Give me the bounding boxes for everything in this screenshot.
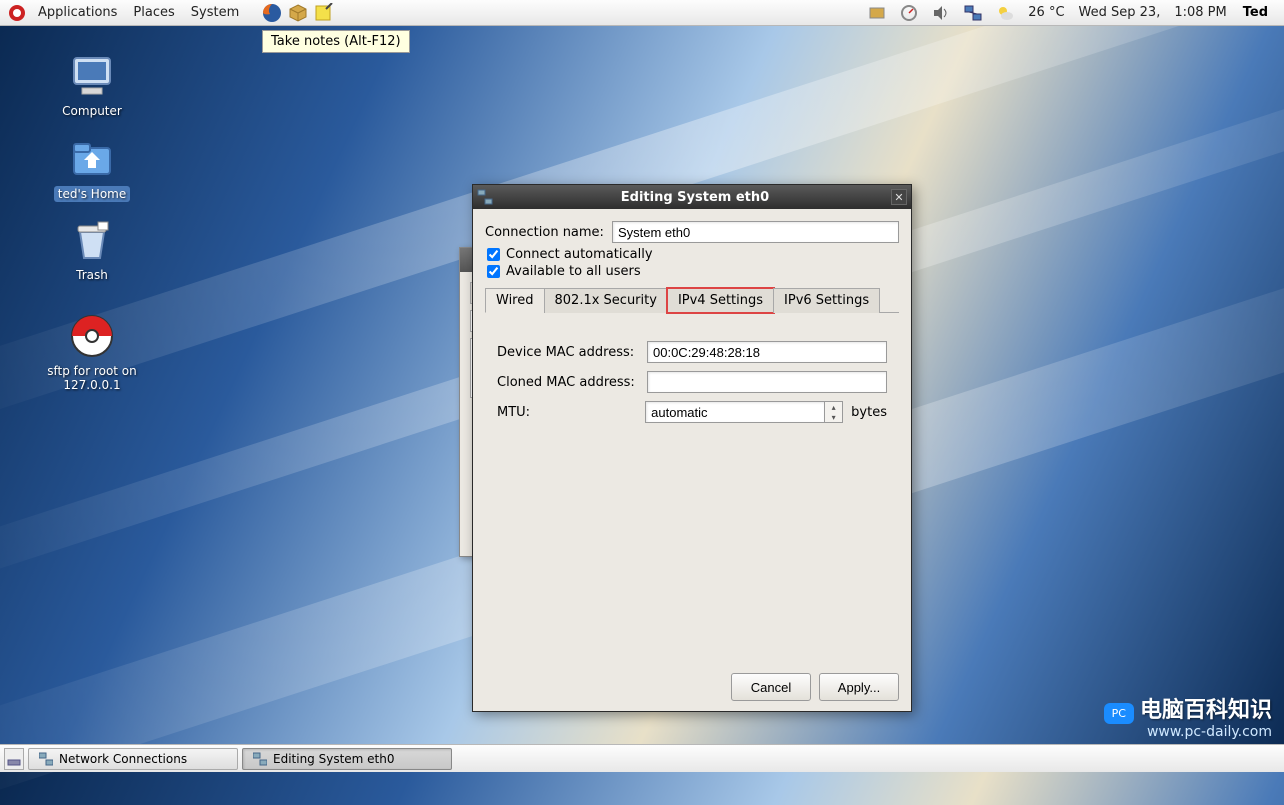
hide-windows-button[interactable] (4, 748, 24, 770)
notes-icon[interactable] (313, 2, 335, 24)
menu-applications[interactable]: Applications (30, 2, 125, 23)
menu-places[interactable]: Places (125, 2, 182, 23)
date-text[interactable]: Wed Sep 23, (1075, 5, 1165, 20)
tooltip-take-notes: Take notes (Alt-F12) (262, 30, 410, 53)
package-icon[interactable] (287, 2, 309, 24)
taskbar-item-editing-eth0[interactable]: Editing System eth0 (242, 748, 452, 770)
desktop-icon-home[interactable]: ted's Home (22, 134, 162, 202)
network-icon (253, 752, 267, 766)
watermark: PC 电脑百科知识 www.pc-daily.com (1104, 692, 1272, 740)
trash-icon (68, 216, 116, 264)
cloned-mac-label: Cloned MAC address: (497, 375, 647, 390)
apply-button[interactable]: Apply... (819, 673, 899, 701)
dialog-titlebar[interactable]: Editing System eth0 ✕ (473, 185, 911, 209)
connect-auto-checkbox[interactable] (487, 248, 500, 261)
device-mac-label: Device MAC address: (497, 345, 647, 360)
tab-ipv6[interactable]: IPv6 Settings (773, 288, 880, 313)
weather-text: 26 °C (1024, 5, 1068, 20)
close-icon[interactable]: ✕ (891, 189, 907, 205)
chevron-down-icon[interactable]: ▾ (825, 412, 842, 422)
top-panel: Applications Places System 26 °C Wed Sep… (0, 0, 1284, 26)
available-all-checkbox[interactable] (487, 265, 500, 278)
mtu-input[interactable] (645, 401, 825, 423)
cpu-meter-icon[interactable] (898, 2, 920, 24)
mtu-label: MTU: (497, 405, 645, 420)
device-mac-input[interactable] (647, 341, 887, 363)
distro-logo-icon[interactable] (6, 2, 28, 24)
dialog-title: Editing System eth0 (499, 190, 891, 205)
desktop-icon-computer[interactable]: Computer (22, 52, 162, 118)
volume-icon[interactable] (930, 2, 952, 24)
cloned-mac-input[interactable] (647, 371, 887, 393)
watermark-line2: www.pc-daily.com (1104, 724, 1272, 740)
desktop-label: Computer (22, 104, 162, 118)
tab-8021x[interactable]: 802.1x Security (544, 288, 668, 313)
taskbar-item-network-connections[interactable]: Network Connections (28, 748, 238, 770)
desktop-icon-sftp[interactable]: sftp for root on 127.0.0.1 (22, 312, 162, 392)
tab-bar: Wired 802.1x Security IPv4 Settings IPv6… (485, 287, 899, 313)
desktop-label: Trash (22, 268, 162, 282)
desktop-label: ted's Home (54, 186, 131, 202)
bottom-panel: Network Connections Editing System eth0 (0, 744, 1284, 772)
desktop-icon-trash[interactable]: Trash (22, 216, 162, 282)
available-all-label: Available to all users (506, 264, 641, 279)
connection-name-label: Connection name: (485, 225, 604, 240)
desktop-label: sftp for root on 127.0.0.1 (22, 364, 162, 392)
chevron-up-icon[interactable]: ▴ (825, 402, 842, 412)
tab-wired[interactable]: Wired (485, 288, 545, 313)
sftp-icon (68, 312, 116, 360)
update-icon[interactable] (866, 2, 888, 24)
tab-pane-wired: Device MAC address: Cloned MAC address: … (485, 313, 899, 653)
menu-system[interactable]: System (183, 2, 247, 23)
mtu-spinner[interactable]: ▴▾ (825, 401, 843, 423)
watermark-badge: PC (1104, 703, 1134, 724)
computer-icon (68, 52, 116, 100)
taskbar-label: Editing System eth0 (273, 752, 395, 766)
network-icon (39, 752, 53, 766)
user-menu[interactable]: Ted (1237, 5, 1274, 20)
tab-ipv4[interactable]: IPv4 Settings (667, 288, 774, 313)
network-icon[interactable] (962, 2, 984, 24)
connection-name-input[interactable] (612, 221, 899, 243)
taskbar-label: Network Connections (59, 752, 187, 766)
weather-icon[interactable] (994, 2, 1016, 24)
dialog-title-icon (477, 189, 493, 205)
mtu-unit: bytes (851, 405, 887, 420)
home-folder-icon (68, 134, 116, 182)
time-text[interactable]: 1:08 PM (1170, 5, 1230, 20)
cancel-button[interactable]: Cancel (731, 673, 811, 701)
watermark-line1: 电脑百科知识 (1140, 698, 1272, 723)
editing-connection-dialog: Editing System eth0 ✕ Connection name: C… (472, 184, 912, 712)
firefox-icon[interactable] (261, 2, 283, 24)
connect-auto-label: Connect automatically (506, 247, 653, 262)
